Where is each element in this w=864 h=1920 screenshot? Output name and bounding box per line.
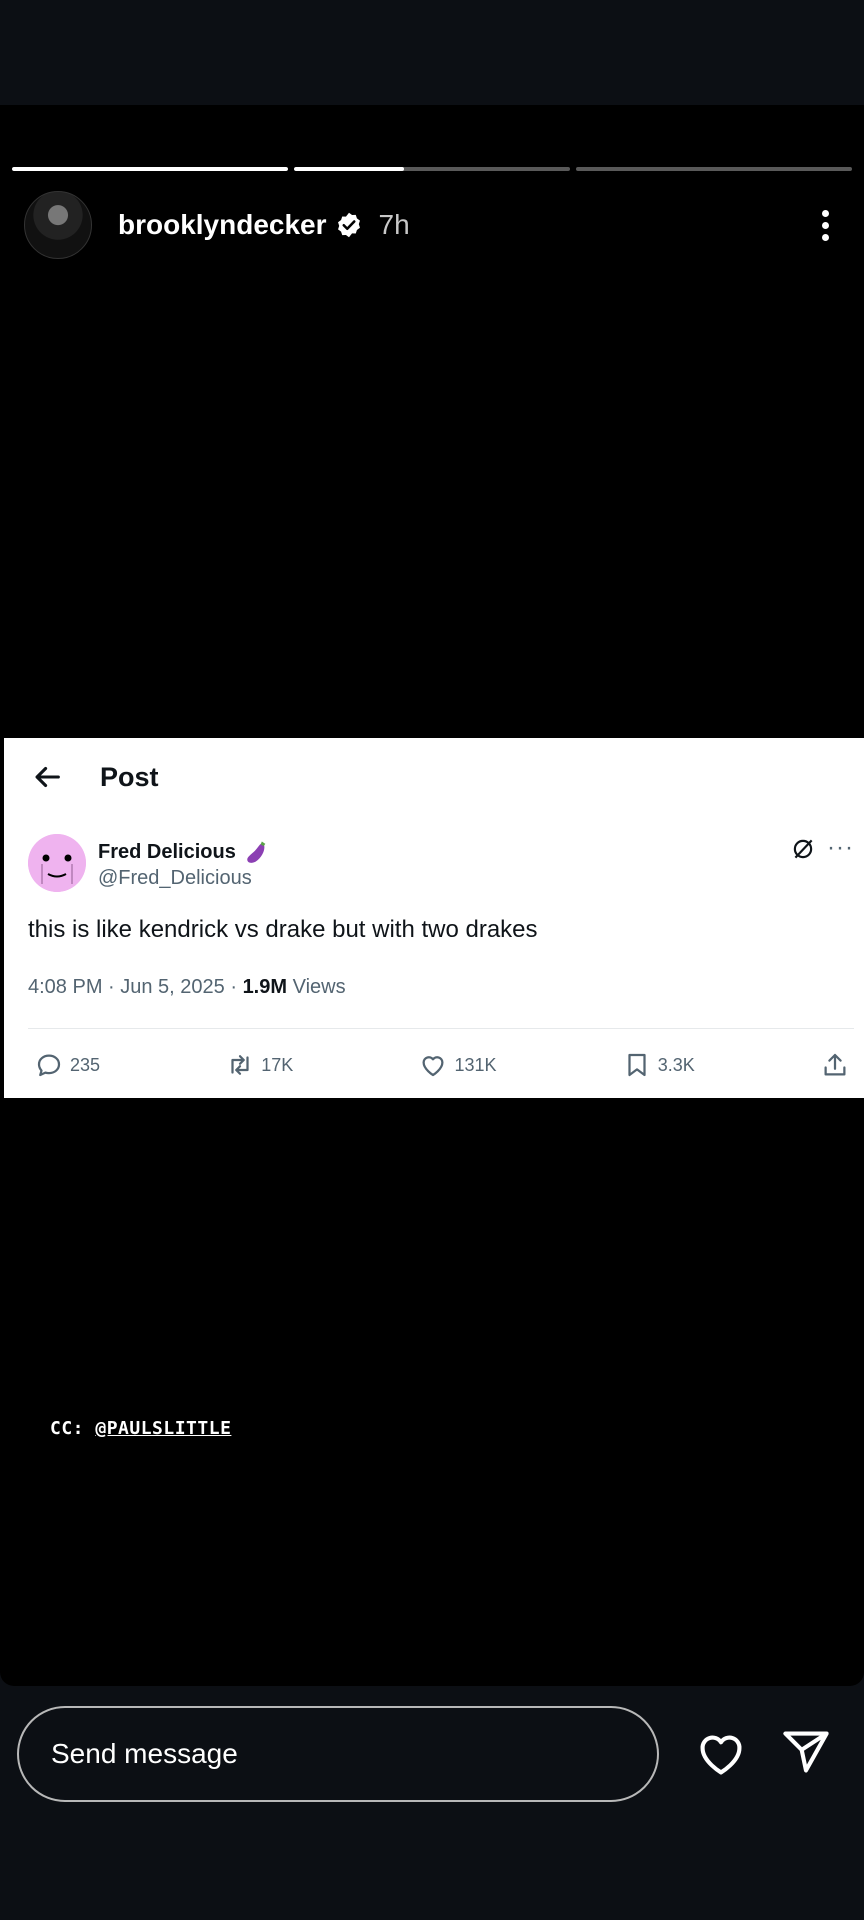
views-count: 1.9M — [242, 976, 288, 998]
caption-prefix: CC: — [50, 1418, 96, 1439]
verified-badge-icon — [337, 212, 360, 238]
progress-segment — [294, 167, 570, 171]
eggplant-emoji-icon — [247, 841, 266, 863]
send-paper-plane-icon[interactable] — [778, 1726, 834, 1778]
back-arrow-icon — [35, 766, 60, 788]
tweet-screenshot: Post Fred Delicious @Fred_Delicious ··· … — [4, 738, 864, 1098]
bookmark-action: 3.3K — [622, 1050, 695, 1080]
tweet-actions: 235 17K 131K 3.3K — [34, 1048, 850, 1082]
send-message-input[interactable]: Send message — [17, 1706, 659, 1802]
more-options-icon[interactable] — [810, 205, 840, 245]
bookmark-count: 3.3K — [657, 1054, 695, 1075]
story-viewer[interactable]: brooklyndecker 7h Post Fred Delicious @F… — [0, 152, 864, 1686]
bookmark-icon — [628, 1053, 646, 1077]
progress-segment — [576, 167, 852, 171]
progress-segment — [12, 167, 288, 171]
grok-icon — [793, 839, 813, 859]
tweet-author-name: Fred Delicious — [98, 838, 270, 866]
reply-icon — [37, 1054, 61, 1077]
tweet-text: this is like kendrick vs drake but with … — [28, 916, 538, 943]
reply-action: 235 — [34, 1050, 100, 1080]
top-band — [0, 105, 864, 153]
story-caption: CC: @PAULSLITTLE — [50, 1418, 231, 1439]
tweet-more-icon: ··· — [827, 834, 854, 861]
send-message-placeholder: Send message — [51, 1738, 238, 1769]
repost-icon — [231, 1055, 249, 1075]
share-icon — [824, 1053, 846, 1076]
tweet-topbar: Post — [30, 760, 159, 794]
share-action — [820, 1050, 850, 1080]
username[interactable]: brooklyndecker — [118, 209, 327, 241]
tweet-page-title: Post — [100, 761, 159, 792]
like-heart-icon[interactable] — [693, 1728, 749, 1780]
post-time: 7h — [378, 209, 410, 240]
repost-count: 17K — [261, 1054, 294, 1075]
author-name-text: Fred Delicious — [98, 840, 236, 863]
tweet-timestamp: 4:08 PM · Jun 5, 2025 · — [28, 976, 243, 998]
story-progress-bar — [12, 167, 852, 171]
tweet-author-handle: @Fred_Delicious — [98, 867, 252, 889]
reply-count: 235 — [70, 1054, 101, 1075]
repost-action: 17K — [225, 1050, 293, 1080]
tweet-author-avatar — [28, 834, 86, 892]
tweet-meta: 4:08 PM · Jun 5, 2025 · 1.9M Views — [28, 976, 346, 999]
like-action: 131K — [418, 1050, 497, 1080]
like-count: 131K — [454, 1054, 497, 1075]
avatar[interactable] — [24, 191, 92, 259]
divider — [28, 1028, 854, 1029]
story-header: brooklyndecker 7h — [24, 190, 840, 260]
caption-mention-link[interactable]: @PAULSLITTLE — [95, 1418, 231, 1439]
status-bar-area — [0, 0, 864, 105]
views-label: Views — [287, 976, 346, 998]
heart-icon — [422, 1056, 444, 1077]
